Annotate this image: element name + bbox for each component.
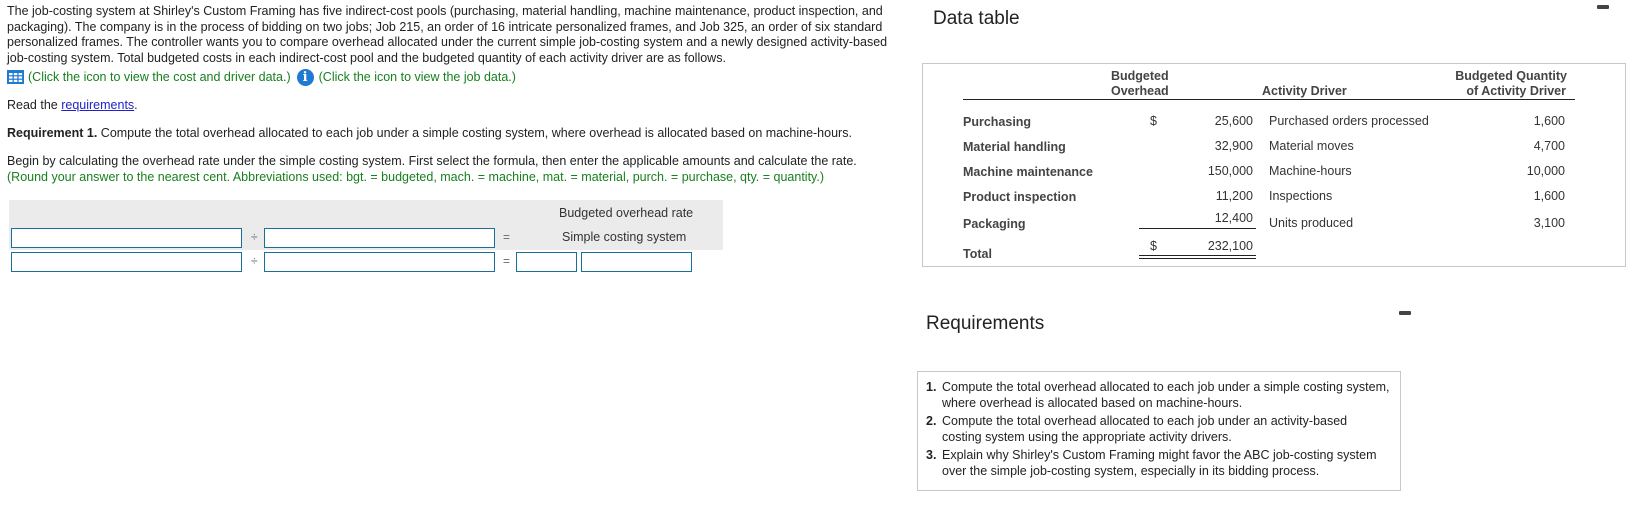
divide-symbol: ÷ [251, 230, 258, 244]
equals-symbol: = [503, 254, 511, 268]
data-table-title: Data table [933, 8, 1020, 29]
header-quantity-line1: Budgeted Quantity [1455, 69, 1567, 83]
info-icon[interactable]: i [296, 68, 314, 86]
requirements-list: 1. Compute the total overhead allocated t… [917, 371, 1401, 491]
requirement-number: 2. [926, 414, 937, 428]
overhead-product-inspection: 11,200 [1215, 189, 1253, 203]
instructions: Begin by calculating the overhead rate u… [7, 154, 902, 185]
rate-unit-select[interactable] [581, 252, 692, 272]
problem-pane: The job-costing system at Shirley's Cust… [7, 4, 902, 185]
total-double-rule-top [1139, 255, 1256, 256]
formula-numerator-select[interactable] [11, 228, 242, 248]
pool-machine-maintenance: Machine maintenance [963, 165, 1093, 179]
divide-symbol: ÷ [251, 254, 258, 268]
requirements-title: Requirements [926, 313, 1045, 334]
formula-header: Budgeted overhead rate [9, 200, 723, 226]
requirement-text: Explain why Shirley's Custom Framing mig… [942, 448, 1377, 478]
rate-amount-input[interactable] [516, 252, 577, 272]
requirement-number: 1. [926, 380, 937, 394]
requirement-text: Compute the total overhead allocated to … [942, 414, 1348, 444]
quantity-purchasing: 1,600 [1533, 114, 1565, 128]
table-grid-icon[interactable] [7, 70, 24, 84]
data-table: Budgeted Overhead Activity Driver Budget… [922, 63, 1626, 267]
overhead-packaging: 12,400 [1214, 211, 1253, 225]
requirements-link[interactable]: requirements [61, 98, 134, 112]
minimize-requirements-icon[interactable] [1399, 311, 1411, 315]
total-label: Total [963, 247, 992, 261]
driver-product-inspection: Inspections [1269, 189, 1333, 203]
equals-symbol: = [503, 230, 511, 244]
minimize-data-table-icon[interactable] [1597, 5, 1609, 9]
total-overhead: 232,100 [1207, 239, 1253, 253]
pool-product-inspection: Product inspection [963, 190, 1077, 204]
header-overhead-line2: Overhead [1111, 84, 1169, 98]
cost-driver-data-link[interactable]: (Click the icon to view the cost and dri… [28, 70, 291, 84]
formula-row-labels: ÷ = Simple costing system [9, 226, 723, 250]
pool-purchasing: Purchasing [963, 115, 1032, 129]
budgeted-overhead-rate-header: Budgeted overhead rate [559, 206, 694, 220]
requirement-number: 3. [926, 448, 937, 462]
quantity-material-handling: 4,700 [1533, 139, 1565, 153]
read-suffix: . [134, 98, 138, 112]
requirement-item: 2. Compute the total overhead allocated t… [926, 414, 1390, 445]
requirement-1-body: Compute the total overhead allocated to … [97, 126, 852, 140]
requirement-item: 3. Explain why Shirley's Custom Framing m… [926, 448, 1390, 479]
requirement-1-text: Requirement 1. Compute the total overhea… [7, 126, 902, 140]
header-rule [963, 99, 1575, 100]
requirement-text: Compute the total overhead allocated to … [942, 380, 1390, 410]
read-requirements: Read the requirements. [7, 98, 902, 112]
simple-costing-system-label: Simple costing system [562, 230, 687, 244]
driver-material-handling: Material moves [1269, 139, 1354, 153]
driver-purchasing: Purchased orders processed [1269, 114, 1429, 128]
driver-machine-maintenance: Machine-hours [1269, 164, 1352, 178]
driver-packaging: Units produced [1269, 216, 1354, 230]
denominator-amount-input[interactable] [264, 252, 495, 272]
numerator-amount-input[interactable] [11, 252, 242, 272]
instructions-text: Begin by calculating the overhead rate u… [7, 154, 857, 168]
overhead-rate-formula: Budgeted overhead rate ÷ = Simple costin… [9, 200, 723, 274]
subtotal-rule [1139, 228, 1256, 229]
overhead-purchasing: 25,600 [1214, 114, 1253, 128]
quantity-product-inspection: 1,600 [1533, 189, 1565, 203]
read-prefix: Read the [7, 98, 62, 112]
requirement-1-label: Requirement 1. [7, 126, 98, 140]
pool-packaging: Packaging [963, 217, 1026, 231]
header-activity-driver: Activity Driver [1262, 84, 1347, 98]
requirement-item: 1. Compute the total overhead allocated t… [926, 380, 1390, 411]
formula-row-values: ÷ = [9, 250, 723, 274]
overhead-machine-maintenance: 150,000 [1207, 164, 1253, 178]
quantity-packaging: 3,100 [1533, 216, 1565, 230]
formula-denominator-select[interactable] [264, 228, 495, 248]
problem-intro: The job-costing system at Shirley's Cust… [7, 4, 888, 65]
total-double-rule-bottom [1139, 258, 1256, 259]
quantity-machine-maintenance: 10,000 [1526, 164, 1565, 178]
overhead-material-handling: 32,900 [1214, 139, 1253, 153]
header-overhead-line1: Budgeted [1111, 69, 1169, 83]
header-quantity-line2: of Activity Driver [1466, 84, 1566, 98]
data-links: (Click the icon to view the cost and dri… [7, 68, 902, 86]
job-data-link[interactable]: (Click the icon to view the job data.) [319, 70, 516, 84]
pool-material-handling: Material handling [963, 140, 1066, 154]
rounding-note: (Round your answer to the nearest cent. … [7, 169, 825, 184]
